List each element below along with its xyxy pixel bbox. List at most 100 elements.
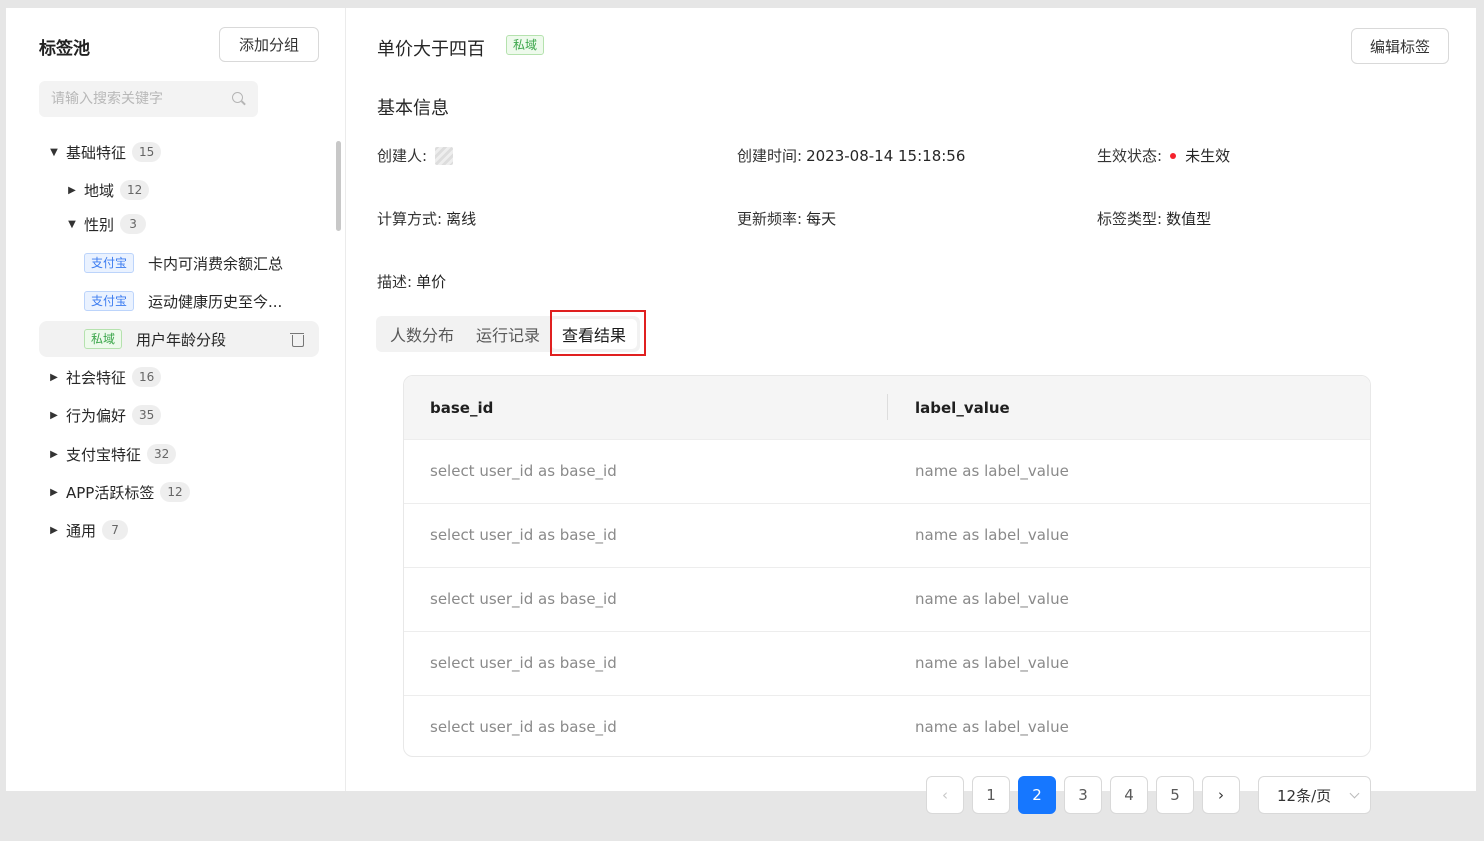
result-tabs: 人数分布 运行记录 查看结果 (376, 316, 641, 352)
chevron-left-icon: ‹ (942, 786, 948, 804)
tree-group-label: 通用 (66, 521, 97, 540)
tree-group-label: 基础特征 (66, 143, 127, 162)
info-description: 描述: 单价 (377, 271, 446, 292)
info-label: 更新频率: (737, 210, 803, 228)
detail-panel: 单价大于四百 私域 编辑标签 基本信息 创建人: 创建时间: 2023-08-1… (347, 8, 1476, 814)
tree-group-app-active[interactable]: ▶ APP活跃标签 12 (46, 477, 190, 507)
tree-group-label: 支付宝特征 (66, 445, 142, 464)
table-cell: name as label_value (915, 718, 1069, 736)
tree-group-label: 地域 (84, 181, 115, 200)
caret-right-icon[interactable]: ▶ (46, 449, 62, 460)
tree-group-basic[interactable]: ▼ 基础特征 15 (46, 137, 162, 167)
tree-group-label: 社会特征 (66, 368, 127, 387)
info-value: 2023-08-14 15:18:56 (806, 146, 966, 165)
results-table: base_id label_value select user_id as ba… (403, 375, 1371, 757)
table-cell: select user_id as base_id (430, 590, 617, 608)
info-frequency: 更新频率: 每天 (737, 208, 836, 229)
info-value: 数值型 (1166, 210, 1212, 228)
search-box (39, 81, 258, 117)
info-created-time: 创建时间: 2023-08-14 15:18:56 (737, 145, 965, 166)
page-button[interactable]: 5 (1156, 776, 1194, 814)
tree-leaf[interactable]: 支付宝 卡内可消费余额汇总 (39, 245, 319, 281)
tree-group-label: 性别 (84, 215, 115, 234)
info-label: 标签类型: (1097, 210, 1163, 228)
source-tag: 支付宝 (84, 253, 135, 273)
edit-label-button[interactable]: 编辑标签 (1351, 28, 1449, 64)
column-header: base_id (430, 398, 494, 417)
info-status: 生效状态: 未生效 (1097, 145, 1230, 166)
search-icon[interactable] (232, 92, 246, 106)
add-group-button[interactable]: 添加分组 (219, 27, 319, 62)
tree-leaf[interactable]: 支付宝 运动健康历史至今... (39, 283, 319, 319)
source-tag: 支付宝 (84, 291, 135, 311)
next-page-button[interactable]: › (1202, 776, 1240, 814)
table-cell: name as label_value (915, 526, 1069, 544)
page-button[interactable]: 3 (1064, 776, 1102, 814)
info-label: 创建人: (377, 147, 428, 165)
tab-run-history[interactable]: 运行记录 (465, 319, 551, 349)
count-badge: 32 (147, 444, 177, 464)
table-row: select user_id as base_id name as label_… (404, 503, 1370, 567)
leaf-label: 用户年龄分段 (136, 330, 227, 349)
status-dot (1170, 152, 1177, 159)
info-label: 描述: (377, 273, 413, 291)
caret-right-icon[interactable]: ▶ (64, 185, 80, 196)
caret-right-icon[interactable]: ▶ (46, 525, 62, 536)
page-button[interactable]: 1 (972, 776, 1010, 814)
tab-distribution[interactable]: 人数分布 (379, 319, 465, 349)
table-row: select user_id as base_id name as label_… (404, 439, 1370, 503)
sidebar-scrollbar[interactable] (336, 141, 341, 231)
section-title: 基本信息 (377, 98, 449, 119)
page-size-select[interactable]: 12条/页 (1258, 776, 1371, 814)
count-badge: 12 (120, 180, 150, 200)
table-header: base_id label_value (404, 376, 1370, 439)
caret-down-icon[interactable]: ▼ (64, 219, 80, 230)
count-badge: 3 (120, 214, 147, 234)
caret-right-icon[interactable]: ▶ (46, 487, 62, 498)
info-label: 创建时间: (737, 147, 803, 165)
prev-page-button[interactable]: ‹ (926, 776, 964, 814)
count-badge: 12 (160, 482, 190, 502)
info-label: 计算方式: (377, 210, 443, 228)
tree-group-label: APP活跃标签 (66, 483, 155, 502)
sidebar-title: 标签池 (39, 39, 90, 59)
tree-group-behavior[interactable]: ▶ 行为偏好 35 (46, 400, 162, 430)
caret-right-icon[interactable]: ▶ (46, 410, 62, 421)
table-cell: select user_id as base_id (430, 526, 617, 544)
info-value: 离线 (446, 210, 477, 228)
table-cell: select user_id as base_id (430, 462, 617, 480)
leaf-label: 卡内可消费余额汇总 (148, 254, 284, 273)
page-button[interactable]: 4 (1110, 776, 1148, 814)
page-title: 单价大于四百 (377, 39, 485, 60)
table-cell: name as label_value (915, 654, 1069, 672)
tree-group-common[interactable]: ▶ 通用 7 (46, 515, 129, 545)
table-cell: select user_id as base_id (430, 718, 617, 736)
tree-leaf-selected[interactable]: 私域 用户年龄分段 (39, 321, 319, 357)
count-badge: 35 (132, 405, 162, 425)
page-button-current[interactable]: 2 (1018, 776, 1056, 814)
info-type: 标签类型: 数值型 (1097, 208, 1211, 229)
chevron-down-icon (1349, 788, 1360, 799)
tree-group-gender[interactable]: ▼ 性别 3 (64, 209, 147, 239)
tree-group-social[interactable]: ▶ 社会特征 16 (46, 362, 162, 392)
table-cell: name as label_value (915, 590, 1069, 608)
table-row: select user_id as base_id name as label_… (404, 695, 1370, 756)
sidebar: 标签池 添加分组 ▼ 基础特征 15 ▶ 地域 12 ▼ 性别 3 支付宝 卡内… (6, 8, 346, 791)
source-tag: 私域 (84, 329, 123, 349)
caret-right-icon[interactable]: ▶ (46, 372, 62, 383)
tab-view-results[interactable]: 查看结果 (551, 319, 638, 349)
info-compute: 计算方式: 离线 (377, 208, 476, 229)
table-row: select user_id as base_id name as label_… (404, 567, 1370, 631)
column-divider[interactable] (887, 394, 888, 420)
app-window: 标签池 添加分组 ▼ 基础特征 15 ▶ 地域 12 ▼ 性别 3 支付宝 卡内… (6, 8, 1476, 814)
source-tag: 私域 (506, 35, 545, 55)
caret-down-icon[interactable]: ▼ (46, 147, 62, 158)
search-input[interactable] (51, 91, 232, 107)
trash-icon[interactable] (290, 332, 304, 347)
column-header: label_value (915, 398, 1010, 417)
info-value: 每天 (806, 210, 837, 228)
tree-group-region[interactable]: ▶ 地域 12 (64, 175, 150, 205)
info-creator: 创建人: (377, 145, 454, 166)
count-badge: 16 (132, 367, 162, 387)
tree-group-alipay[interactable]: ▶ 支付宝特征 32 (46, 439, 177, 469)
